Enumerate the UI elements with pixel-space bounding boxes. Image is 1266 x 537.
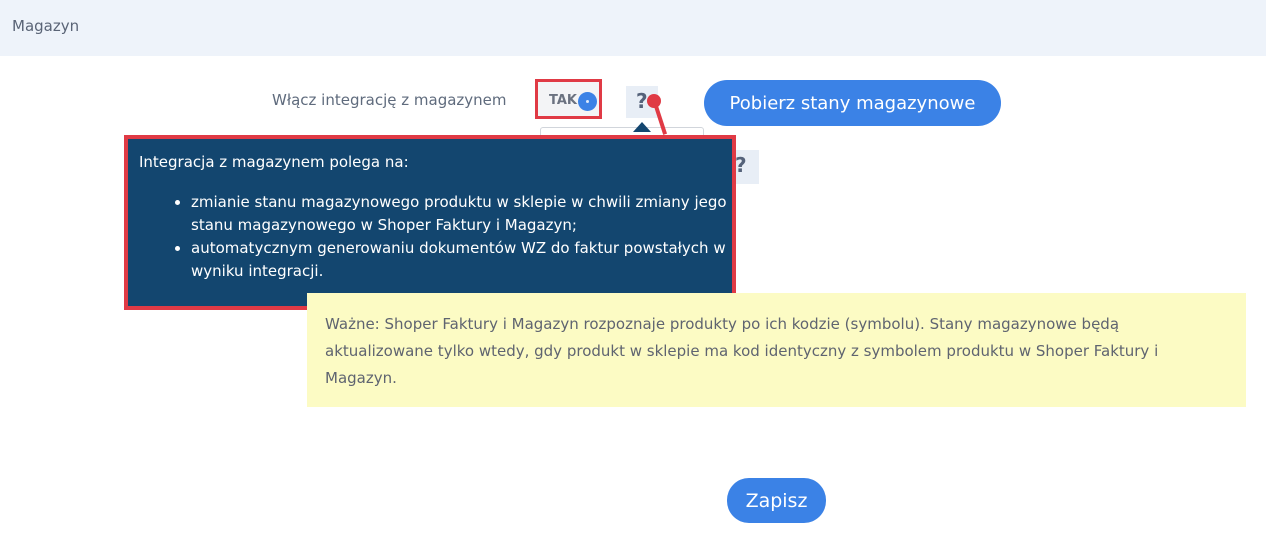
integration-label: Włącz integrację z magazynem	[272, 91, 507, 109]
tooltip-intro: Integracja z magazynem polega na:	[139, 153, 409, 171]
help-icon: ?	[735, 153, 747, 177]
fetch-stock-button[interactable]: Pobierz stany magazynowe	[704, 80, 1001, 126]
annotation-pointer-dot	[647, 94, 661, 108]
tooltip-item: automatycznym generowaniu dokumentów WZ …	[191, 237, 751, 283]
tooltip-list: zmianie stanu magazynowego produktu w sk…	[128, 191, 751, 283]
tooltip-arrow	[633, 122, 651, 132]
help-tooltip: Integracja z magazynem polega na: zmiani…	[124, 135, 736, 310]
notice-box: Ważne: Shoper Faktury i Magazyn rozpozna…	[307, 293, 1246, 407]
page-title: Magazyn	[12, 17, 80, 35]
toggle-value: TAK	[549, 93, 577, 108]
tooltip-item: zmianie stanu magazynowego produktu w sk…	[191, 191, 751, 237]
toggle-knob[interactable]	[578, 92, 597, 111]
save-button[interactable]: Zapisz	[727, 478, 826, 523]
page-header: Magazyn	[0, 0, 1266, 56]
help-icon: ?	[636, 89, 648, 113]
notice-text: Ważne: Shoper Faktury i Magazyn rozpozna…	[325, 315, 1159, 387]
